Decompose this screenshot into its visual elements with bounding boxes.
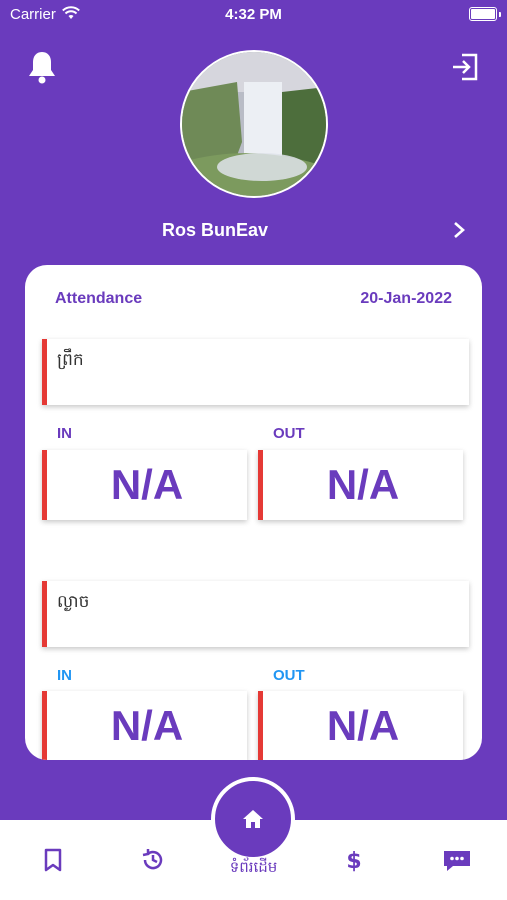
evening-in-label: IN <box>57 667 72 684</box>
attendance-header: Attendance 20-Jan-2022 <box>55 290 452 310</box>
morning-out-value: N/A <box>258 450 463 520</box>
evening-session-label: ល្ងាច <box>57 592 90 611</box>
attendance-card: Attendance 20-Jan-2022 ព្រឹក IN OUT N/A … <box>25 265 482 760</box>
bell-icon[interactable] <box>27 50 57 84</box>
battery-tip <box>499 12 501 17</box>
attendance-date: 20-Jan-2022 <box>360 290 452 307</box>
morning-in-value: N/A <box>42 450 247 520</box>
home-button[interactable] <box>211 777 295 861</box>
chevron-right-icon[interactable] <box>451 220 467 240</box>
morning-in-label: IN <box>57 425 72 442</box>
home-label[interactable]: ទំព័រដើម <box>0 858 507 880</box>
status-bar: Carrier 4:32 PM <box>0 0 507 30</box>
evening-in-value: N/A <box>42 691 247 760</box>
status-time: 4:32 PM <box>225 6 282 23</box>
morning-session-box: ព្រឹក <box>42 339 469 405</box>
profile-name[interactable]: Ros BunEav <box>0 220 430 241</box>
battery-icon <box>469 7 497 21</box>
morning-out-label: OUT <box>273 425 305 442</box>
morning-session-label: ព្រឹក <box>57 350 84 369</box>
evening-out-value: N/A <box>258 691 463 760</box>
home-icon <box>243 810 263 828</box>
evening-out-label: OUT <box>273 667 305 684</box>
attendance-title: Attendance <box>55 290 143 307</box>
evening-session-box: ល្ងាច <box>42 581 469 647</box>
avatar[interactable] <box>180 50 328 198</box>
logout-icon[interactable] <box>450 52 480 82</box>
